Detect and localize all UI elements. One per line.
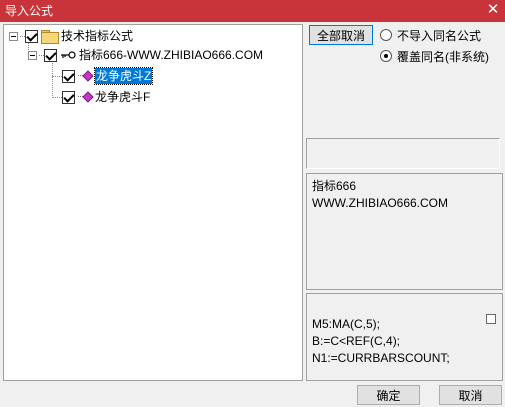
diamond-icon xyxy=(78,70,92,82)
radio-button[interactable] xyxy=(380,29,392,41)
item-checkbox[interactable] xyxy=(62,69,75,83)
uncheck-all-button[interactable]: 全部取消 xyxy=(309,25,373,45)
window-title: 导入公式 xyxy=(5,4,54,18)
radio-label: 覆盖同名(非系统) xyxy=(397,49,489,64)
tree-connector xyxy=(52,97,62,98)
close-icon[interactable]: ✕ xyxy=(484,1,502,19)
radio-overwrite-duplicates[interactable]: 覆盖同名(非系统) xyxy=(380,48,489,64)
preview-checkbox[interactable] xyxy=(486,314,496,324)
cancel-button[interactable]: 取消 xyxy=(439,385,502,405)
collapse-icon[interactable] xyxy=(9,31,18,41)
tree-node-label: 指标666-WWW.ZHIBIAO666.COM xyxy=(79,48,264,62)
radio-button[interactable] xyxy=(380,50,392,62)
tree-item-label[interactable]: 龙争虎斗F xyxy=(95,89,150,105)
formula-description: 指标666 WWW.ZHIBIAO666.COM xyxy=(306,173,503,290)
radio-label: 不导入同名公式 xyxy=(397,28,482,43)
key-icon xyxy=(60,49,76,61)
item-checkbox[interactable] xyxy=(62,90,75,104)
tree-node-label: 技术指标公式 xyxy=(61,29,134,43)
import-formula-dialog: 导入公式 ✕ 技术指标公式 指标666-WWW.ZHIBIAO666.COM 龙… xyxy=(0,0,505,407)
tree-item[interactable]: 龙争虎斗Z xyxy=(62,67,154,85)
tree-node-group[interactable]: 指标666-WWW.ZHIBIAO666.COM xyxy=(28,46,263,64)
tree-connector xyxy=(52,76,62,77)
formula-tree[interactable]: 技术指标公式 指标666-WWW.ZHIBIAO666.COM 龙争虎斗Z 龙争… xyxy=(3,24,303,381)
root-checkbox[interactable] xyxy=(25,29,38,43)
group-checkbox[interactable] xyxy=(44,48,57,62)
description-line: WWW.ZHIBIAO666.COM xyxy=(312,196,449,210)
tree-item[interactable]: 龙争虎斗F xyxy=(62,88,150,106)
ok-button[interactable]: 确定 xyxy=(357,385,420,405)
diamond-icon xyxy=(78,91,92,103)
folder-icon xyxy=(41,30,59,44)
description-line: 指标666 xyxy=(312,179,357,193)
tree-node-root[interactable]: 技术指标公式 xyxy=(9,27,133,45)
status-area xyxy=(306,138,500,169)
formula-code-preview: M5:MA(C,5); B:=C<REF(C,4); N1:=CURRBARSC… xyxy=(306,293,503,381)
collapse-icon[interactable] xyxy=(28,50,37,60)
code-line: B:=C<REF(C,4); xyxy=(312,334,401,348)
code-line: M5:MA(C,5); xyxy=(312,317,381,331)
radio-skip-duplicates[interactable]: 不导入同名公式 xyxy=(380,27,481,43)
code-line: N1:=CURRBARSCOUNT; xyxy=(312,351,450,365)
title-bar: 导入公式 ✕ xyxy=(0,0,505,22)
tree-connector xyxy=(52,61,53,98)
tree-item-label[interactable]: 龙争虎斗Z xyxy=(93,67,154,85)
